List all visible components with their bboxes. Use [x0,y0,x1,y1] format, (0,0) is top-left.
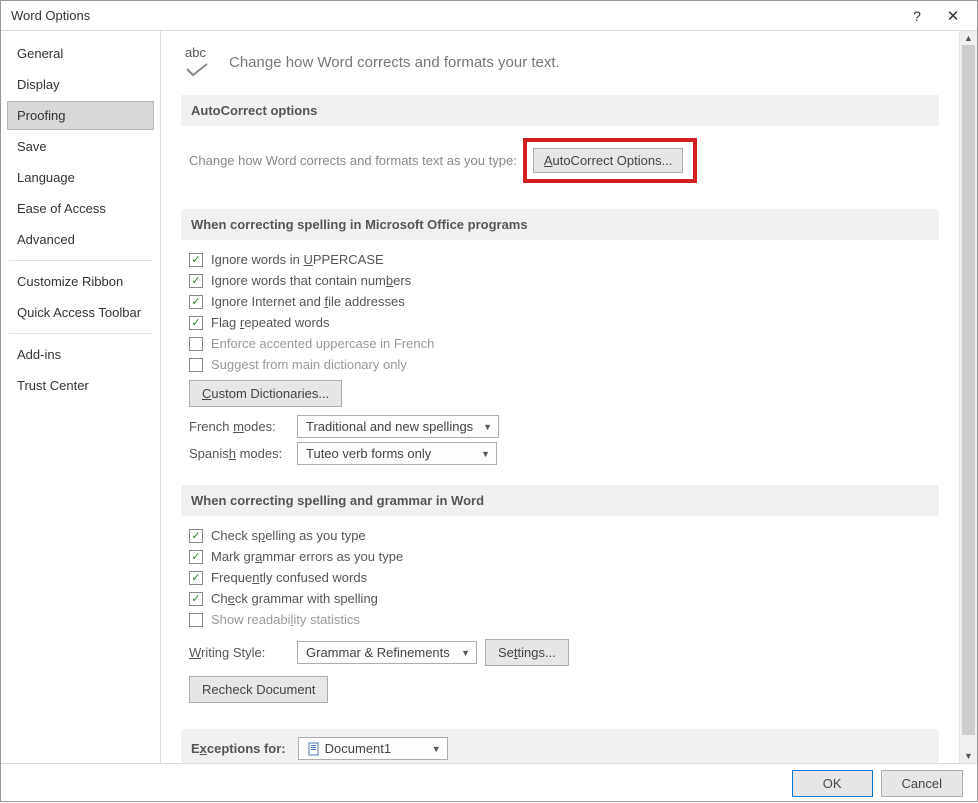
checkbox-icon[interactable] [189,613,203,627]
custom-dictionaries-button[interactable]: Custom Dictionaries... [189,380,342,407]
checkbox-icon[interactable] [189,571,203,585]
btn-label: AutoCorrect Options... [544,153,673,168]
title-bar: Word Options ? ✕ [1,1,977,31]
main-panel: abc Change how Word corrects and formats… [161,31,959,763]
check-french-accented[interactable]: Enforce accented uppercase in French [189,336,931,351]
dialog-footer: OK Cancel [1,763,977,803]
french-modes-label: French modes: [189,419,289,434]
check-label: Ignore Internet and file addresses [211,294,405,309]
check-label: Check grammar with spelling [211,591,378,606]
sidebar-item-ease-of-access[interactable]: Ease of Access [7,194,154,223]
sidebar-item-save[interactable]: Save [7,132,154,161]
checkbox-icon[interactable] [189,550,203,564]
recheck-document-button[interactable]: Recheck Document [189,676,328,703]
check-frequently-confused[interactable]: Frequently confused words [189,570,931,585]
checkbox-icon[interactable] [189,358,203,372]
scroll-down-icon[interactable]: ▼ [960,749,977,763]
settings-button[interactable]: Settings... [485,639,569,666]
document-icon [307,742,321,756]
check-grammar-as-type[interactable]: Mark grammar errors as you type [189,549,931,564]
sidebar-item-advanced[interactable]: Advanced [7,225,154,254]
select-value: Document1 [325,741,391,756]
checkbox-icon[interactable] [189,253,203,267]
check-label: Ignore words in UPPERCASE [211,252,384,267]
autocorrect-highlight: AutoCorrect Options... [523,138,698,183]
checkbox-icon[interactable] [189,295,203,309]
autocorrect-text: Change how Word corrects and formats tex… [189,153,517,168]
checkbox-icon[interactable] [189,592,203,606]
check-readability-stats[interactable]: Show readability statistics [189,612,931,627]
sidebar: General Display Proofing Save Language E… [1,31,161,763]
french-modes-select[interactable]: Traditional and new spellings ▼ [297,415,499,438]
checkbox-icon[interactable] [189,316,203,330]
checkbox-icon[interactable] [189,337,203,351]
window-title: Word Options [11,8,897,23]
sidebar-separator [9,333,152,334]
check-label: Suggest from main dictionary only [211,357,407,372]
check-label: Check spelling as you type [211,528,366,543]
cancel-button[interactable]: Cancel [881,770,963,797]
check-label: Mark grammar errors as you type [211,549,403,564]
check-flag-repeated[interactable]: Flag repeated words [189,315,931,330]
help-button[interactable]: ? [901,3,933,29]
check-ignore-internet[interactable]: Ignore Internet and file addresses [189,294,931,309]
chevron-down-icon: ▼ [481,449,490,459]
sidebar-item-display[interactable]: Display [7,70,154,99]
sidebar-item-quick-access-toolbar[interactable]: Quick Access Toolbar [7,298,154,327]
sidebar-item-language[interactable]: Language [7,163,154,192]
sidebar-item-add-ins[interactable]: Add-ins [7,340,154,369]
section-header-autocorrect: AutoCorrect options [181,95,939,126]
check-grammar-with-spelling[interactable]: Check grammar with spelling [189,591,931,606]
select-value: Traditional and new spellings [306,419,473,434]
exceptions-label: Exceptions for: [191,741,286,756]
close-button[interactable]: ✕ [937,3,969,29]
select-value: Tuteo verb forms only [306,446,431,461]
sidebar-item-trust-center[interactable]: Trust Center [7,371,154,400]
proofing-icon: abc [185,47,215,77]
sidebar-item-customize-ribbon[interactable]: Customize Ribbon [7,267,154,296]
section-header-exceptions: Exceptions for: Document1 ▼ [181,729,939,763]
writing-style-select[interactable]: Grammar & Refinements ▼ [297,641,477,664]
sidebar-item-general[interactable]: General [7,39,154,68]
check-label: Frequently confused words [211,570,367,585]
section-header-spelling-office: When correcting spelling in Microsoft Of… [181,209,939,240]
check-spelling-as-type[interactable]: Check spelling as you type [189,528,931,543]
check-ignore-uppercase[interactable]: Ignore words in UPPERCASE [189,252,931,267]
check-label: Enforce accented uppercase in French [211,336,434,351]
check-label: Flag repeated words [211,315,330,330]
vertical-scrollbar[interactable]: ▲ ▼ [959,31,977,763]
sidebar-item-proofing[interactable]: Proofing [7,101,154,130]
chevron-down-icon: ▼ [483,422,492,432]
scroll-thumb[interactable] [962,45,975,735]
chevron-down-icon: ▼ [432,744,441,754]
autocorrect-options-button[interactable]: AutoCorrect Options... [533,148,684,173]
select-value: Grammar & Refinements [306,645,450,660]
scroll-up-icon[interactable]: ▲ [960,31,977,45]
checkbox-icon[interactable] [189,274,203,288]
spelling-office-section: Ignore words in UPPERCASE Ignore words t… [181,252,939,485]
check-label: Show readability statistics [211,612,360,627]
writing-style-label: Writing Style: [189,645,289,660]
spanish-modes-label: Spanish modes: [189,446,289,461]
exceptions-select[interactable]: Document1 ▼ [298,737,448,760]
page-subtitle: Change how Word corrects and formats you… [229,54,560,71]
section-header-spelling-word: When correcting spelling and grammar in … [181,485,939,516]
spanish-modes-select[interactable]: Tuteo verb forms only ▼ [297,442,497,465]
spelling-word-section: Check spelling as you type Mark grammar … [181,528,939,729]
ok-button[interactable]: OK [792,770,873,797]
check-main-dictionary[interactable]: Suggest from main dictionary only [189,357,931,372]
check-ignore-numbers[interactable]: Ignore words that contain numbers [189,273,931,288]
checkbox-icon[interactable] [189,529,203,543]
chevron-down-icon: ▼ [461,648,470,658]
check-label: Ignore words that contain numbers [211,273,411,288]
sidebar-separator [9,260,152,261]
